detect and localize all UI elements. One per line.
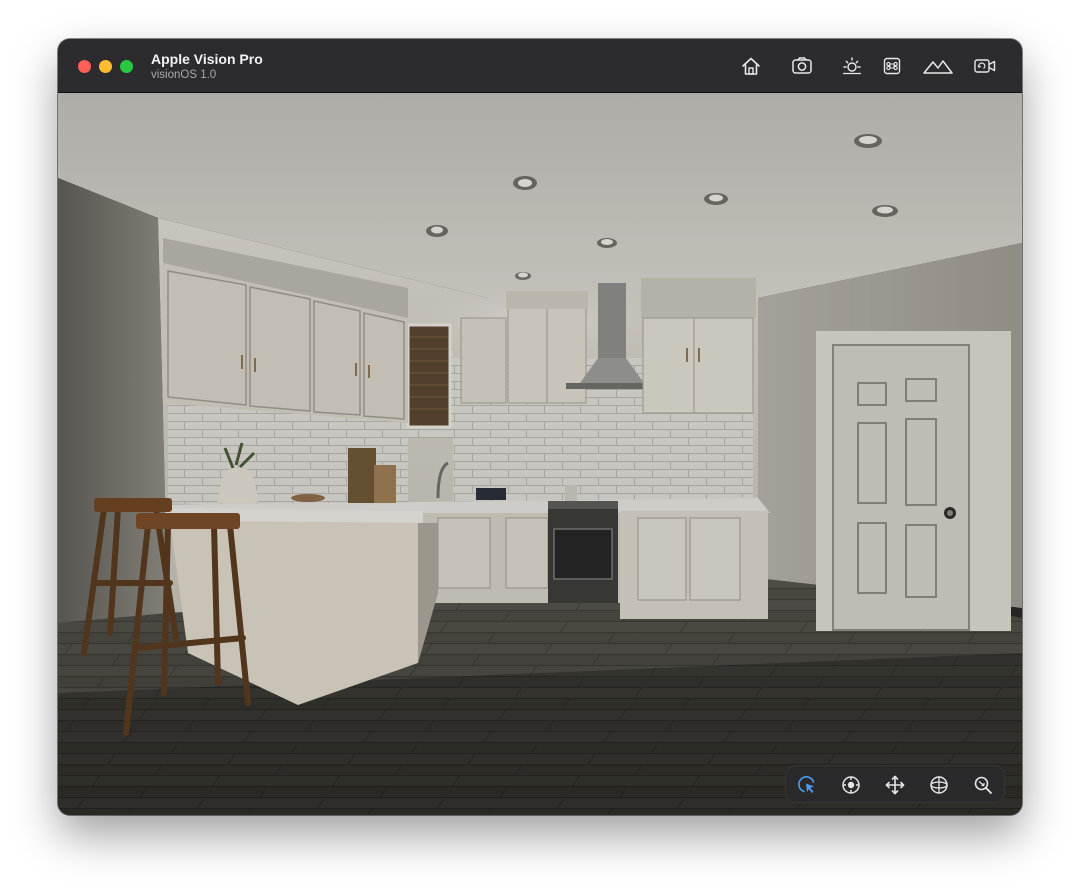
orbit-button[interactable] [925,771,953,799]
close-button[interactable] [78,60,91,73]
window-title-block: Apple Vision Pro visionOS 1.0 [151,51,263,82]
keyboard-shortcuts-button[interactable] [878,52,906,80]
home-button[interactable] [737,52,765,80]
select-mode-button[interactable] [793,771,821,799]
immersive-scene-viewport[interactable] [58,93,1022,815]
command-key-icon [883,57,901,75]
window-title: Apple Vision Pro [151,51,263,67]
title-bar: Apple Vision Pro visionOS 1.0 [58,39,1022,93]
zoom-icon [974,776,992,794]
orbit-icon [930,776,948,794]
brightness-icon [843,57,861,75]
zoom-button[interactable] [969,771,997,799]
home-icon [742,57,760,75]
pan-move-icon [885,775,905,795]
simulator-window: Apple Vision Pro visionOS 1.0 [58,39,1022,815]
pointer-icon [798,776,815,793]
mountains-icon [923,60,953,74]
device-rotate-button[interactable] [971,52,999,80]
navigation-ornament [785,765,1005,803]
zoom-button[interactable] [120,60,133,73]
kitchen-scene [58,93,1022,815]
look-around-icon [842,776,860,794]
minimize-button[interactable] [99,60,112,73]
screenshot-button[interactable] [788,52,816,80]
video-rotate-icon [974,59,996,73]
pan-button[interactable] [881,771,909,799]
window-subtitle: visionOS 1.0 [151,69,217,81]
look-around-button[interactable] [837,771,865,799]
camera-icon [792,57,812,74]
environment-button[interactable] [920,52,956,80]
brightness-button[interactable] [838,52,866,80]
